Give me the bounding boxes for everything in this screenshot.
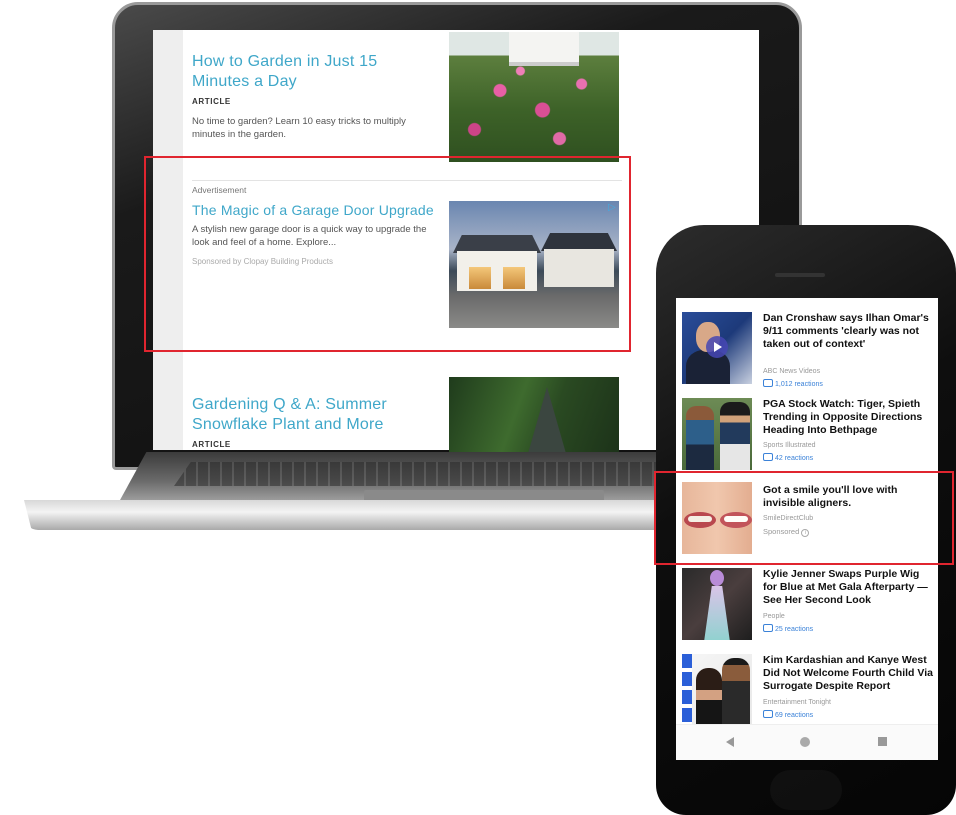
news-thumbnail[interactable] — [682, 568, 752, 640]
thumb-figure — [686, 406, 714, 470]
reactions-count: 25 reactions — [775, 626, 814, 633]
news-thumbnail[interactable] — [682, 654, 752, 726]
feed-title[interactable]: Kylie Jenner Swaps Purple Wig for Blue a… — [763, 568, 935, 607]
home-icon[interactable] — [800, 737, 810, 747]
feed-source: People — [763, 613, 785, 620]
feed-title[interactable]: Kim Kardashian and Kanye West Did Not We… — [763, 654, 935, 693]
comment-icon — [763, 710, 773, 718]
phone-speaker — [775, 273, 825, 277]
thumb-figure — [682, 654, 692, 726]
phone-chin — [770, 770, 842, 810]
comment-icon — [763, 624, 773, 632]
reactions-count: 42 reactions — [775, 455, 814, 462]
feed-item[interactable]: Dan Cronshaw says Ilhan Omar's 9/11 comm… — [676, 312, 938, 396]
feed-item[interactable]: Kim Kardashian and Kanye West Did Not We… — [676, 654, 938, 730]
play-icon[interactable] — [706, 336, 728, 358]
feed-item[interactable]: PGA Stock Watch: Tiger, Spieth Trending … — [676, 398, 938, 474]
feed-reactions[interactable]: 1,012 reactions — [763, 379, 823, 388]
feed-reactions[interactable]: 69 reactions — [763, 710, 813, 719]
garden-photo[interactable] — [449, 32, 619, 162]
thumb-figure — [704, 586, 730, 640]
feed-item[interactable]: Kylie Jenner Swaps Purple Wig for Blue a… — [676, 568, 938, 642]
news-thumbnail[interactable] — [682, 312, 752, 384]
article-kicker: ARTICLE — [192, 440, 231, 449]
reactions-count: 1,012 reactions — [775, 381, 823, 388]
article-title-garden[interactable]: How to Garden in Just 15 Minutes a Day — [192, 52, 432, 92]
back-icon[interactable] — [726, 737, 734, 747]
thumb-figure — [722, 658, 750, 726]
keyboard — [174, 462, 734, 486]
thumb-figure — [696, 668, 722, 726]
article-kicker: ARTICLE — [192, 97, 231, 106]
comment-icon — [763, 379, 773, 387]
thumb-figure — [710, 570, 724, 586]
feed-title[interactable]: PGA Stock Watch: Tiger, Spieth Trending … — [763, 398, 935, 437]
comment-icon — [763, 453, 773, 461]
thumb-figure — [720, 402, 750, 470]
news-thumbnail[interactable] — [682, 398, 752, 470]
forest-photo[interactable] — [449, 377, 619, 457]
article-description: No time to garden? Learn 10 easy tricks … — [192, 116, 406, 140]
recent-apps-icon[interactable] — [878, 737, 887, 746]
reactions-count: 69 reactions — [775, 712, 814, 719]
feed-source: Entertainment Tonight — [763, 699, 831, 706]
feed-title[interactable]: Dan Cronshaw says Ilhan Omar's 9/11 comm… — [763, 312, 935, 351]
android-nav-bar — [676, 724, 938, 760]
feed-reactions[interactable]: 25 reactions — [763, 624, 813, 633]
feed-source: ABC News Videos — [763, 368, 821, 375]
feed-source: Sports Illustrated — [763, 442, 816, 449]
ad-highlight-box-laptop — [144, 156, 631, 352]
feed-reactions[interactable]: 42 reactions — [763, 453, 813, 462]
ad-highlight-box-phone — [654, 471, 954, 565]
article-title-gardening-qa[interactable]: Gardening Q & A: Summer Snowflake Plant … — [192, 395, 422, 435]
